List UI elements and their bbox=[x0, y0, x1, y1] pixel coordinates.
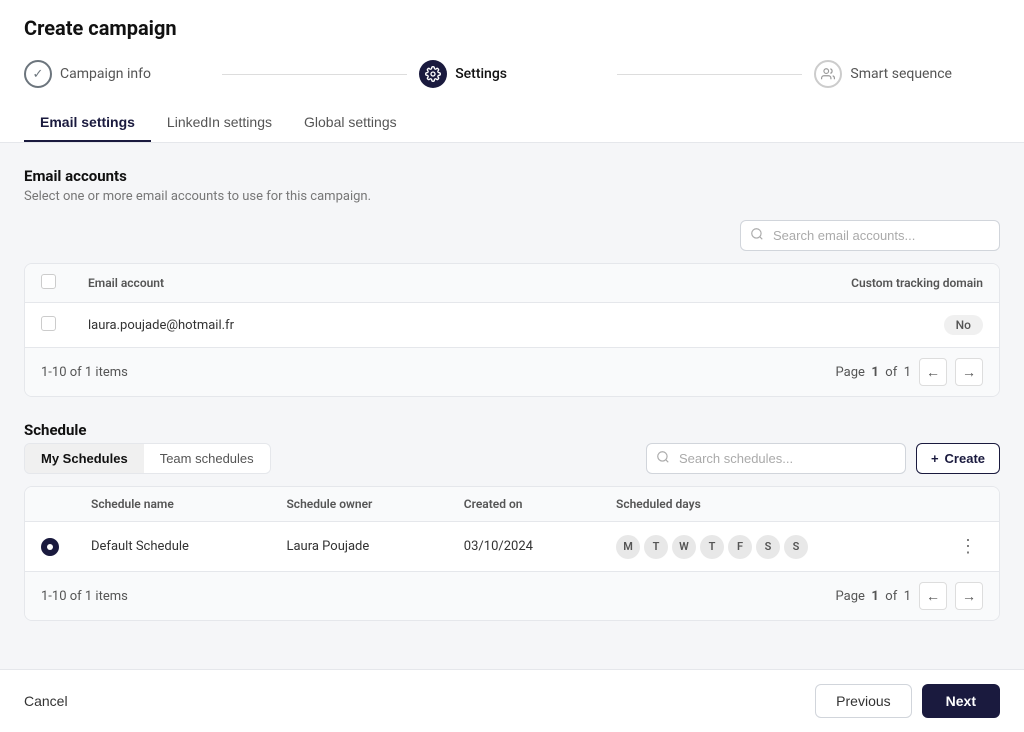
create-btn-label: Create bbox=[945, 451, 985, 466]
email-accounts-search-input[interactable] bbox=[740, 220, 1000, 251]
th-created-on: Created on bbox=[448, 487, 600, 522]
step-campaign-info-label: Campaign info bbox=[60, 66, 151, 82]
email-page-label: Page 1 of 1 bbox=[836, 365, 911, 380]
email-accounts-table: Email account Custom tracking domain lau… bbox=[25, 264, 999, 347]
email-next-page-btn[interactable]: → bbox=[955, 358, 983, 386]
settings-tabs: Email settings LinkedIn settings Global … bbox=[24, 104, 1000, 142]
schedule-actions: + Create bbox=[646, 443, 1000, 474]
email-search-icon bbox=[750, 227, 764, 245]
schedule-name-cell: Default Schedule bbox=[75, 522, 270, 572]
email-accounts-title: Email accounts bbox=[24, 167, 1000, 185]
schedule-section: Schedule My Schedules Team schedules + bbox=[24, 421, 1000, 621]
tab-email-settings[interactable]: Email settings bbox=[24, 104, 151, 142]
schedule-page-label: Page 1 of 1 bbox=[836, 589, 911, 604]
day-badge-s1: S bbox=[756, 535, 780, 559]
schedule-search-input[interactable] bbox=[646, 443, 906, 474]
schedule-next-page-btn[interactable]: → bbox=[955, 582, 983, 610]
schedule-prev-page-btn[interactable]: ← bbox=[919, 582, 947, 610]
schedule-days: M T W T F S S bbox=[616, 535, 921, 559]
step-settings-label: Settings bbox=[455, 66, 507, 82]
email-accounts-search-bar bbox=[24, 220, 1000, 251]
email-accounts-search-wrap bbox=[740, 220, 1000, 251]
schedule-search-icon bbox=[656, 450, 670, 468]
day-badge-f: F bbox=[728, 535, 752, 559]
day-badge-s2: S bbox=[784, 535, 808, 559]
step-smart-sequence: Smart sequence bbox=[814, 60, 1000, 88]
schedule-title: Schedule bbox=[24, 421, 1000, 439]
footer-nav-buttons: Previous Next bbox=[815, 684, 1000, 718]
schedule-header: My Schedules Team schedules + Create bbox=[24, 443, 1000, 474]
plus-icon: + bbox=[931, 451, 939, 466]
schedule-pagination-nav: Page 1 of 1 ← → bbox=[836, 582, 983, 610]
step-settings: Settings bbox=[419, 60, 605, 88]
schedule-owner-cell: Laura Poujade bbox=[270, 522, 447, 572]
step-campaign-info: ✓ Campaign info bbox=[24, 60, 210, 88]
table-row: Default Schedule Laura Poujade 03/10/202… bbox=[25, 522, 999, 572]
row-checkbox[interactable] bbox=[41, 316, 56, 331]
schedule-pagination-info: 1-10 of 1 items bbox=[41, 589, 128, 604]
schedule-table: Schedule name Schedule owner Created on … bbox=[25, 487, 999, 571]
footer: Cancel Previous Next bbox=[0, 669, 1024, 732]
cancel-button[interactable]: Cancel bbox=[24, 693, 68, 709]
email-pagination-nav: Page 1 of 1 ← → bbox=[836, 358, 983, 386]
email-prev-page-btn[interactable]: ← bbox=[919, 358, 947, 386]
table-row: laura.poujade@hotmail.fr No bbox=[25, 303, 999, 348]
email-pagination-info: 1-10 of 1 items bbox=[41, 365, 128, 380]
day-badge-t2: T bbox=[700, 535, 724, 559]
step-settings-icon bbox=[419, 60, 447, 88]
step-campaign-info-icon: ✓ bbox=[24, 60, 52, 88]
step-divider-2 bbox=[617, 74, 803, 75]
th-scheduled-days: Scheduled days bbox=[600, 487, 937, 522]
day-badge-t1: T bbox=[644, 535, 668, 559]
page-title: Create campaign bbox=[24, 16, 1000, 40]
tracking-badge: No bbox=[944, 315, 983, 335]
schedule-pagination: 1-10 of 1 items Page 1 of 1 ← → bbox=[25, 571, 999, 620]
email-accounts-desc: Select one or more email accounts to use… bbox=[24, 189, 1000, 204]
th-schedule-owner: Schedule owner bbox=[270, 487, 447, 522]
schedule-created-cell: 03/10/2024 bbox=[448, 522, 600, 572]
tab-my-schedules[interactable]: My Schedules bbox=[25, 444, 144, 473]
schedule-table-wrap: Schedule name Schedule owner Created on … bbox=[24, 486, 1000, 621]
step-smart-sequence-icon bbox=[814, 60, 842, 88]
step-smart-sequence-label: Smart sequence bbox=[850, 66, 952, 82]
th-custom-tracking: Custom tracking domain bbox=[555, 264, 999, 303]
create-schedule-button[interactable]: + Create bbox=[916, 443, 1000, 474]
th-email-account: Email account bbox=[72, 264, 555, 303]
email-cell: laura.poujade@hotmail.fr bbox=[72, 303, 555, 348]
select-all-checkbox[interactable] bbox=[41, 274, 56, 289]
email-accounts-section: Email accounts Select one or more email … bbox=[24, 167, 1000, 397]
schedule-tab-group: My Schedules Team schedules bbox=[24, 443, 271, 474]
schedule-more-menu[interactable]: ⋮ bbox=[953, 534, 983, 559]
tab-linkedin-settings[interactable]: LinkedIn settings bbox=[151, 104, 288, 142]
steps-nav: ✓ Campaign info Settings bbox=[24, 60, 1000, 88]
email-accounts-pagination: 1-10 of 1 items Page 1 of 1 ← → bbox=[25, 347, 999, 396]
schedule-search-wrap bbox=[646, 443, 906, 474]
tab-global-settings[interactable]: Global settings bbox=[288, 104, 413, 142]
step-divider-1 bbox=[222, 74, 408, 75]
main-content: Email accounts Select one or more email … bbox=[0, 143, 1024, 669]
schedule-radio[interactable] bbox=[41, 538, 59, 556]
tab-team-schedules[interactable]: Team schedules bbox=[144, 444, 270, 473]
previous-button[interactable]: Previous bbox=[815, 684, 911, 718]
email-accounts-table-wrap: Email account Custom tracking domain lau… bbox=[24, 263, 1000, 397]
th-schedule-name: Schedule name bbox=[75, 487, 270, 522]
day-badge-m: M bbox=[616, 535, 640, 559]
day-badge-w: W bbox=[672, 535, 696, 559]
next-button[interactable]: Next bbox=[922, 684, 1000, 718]
